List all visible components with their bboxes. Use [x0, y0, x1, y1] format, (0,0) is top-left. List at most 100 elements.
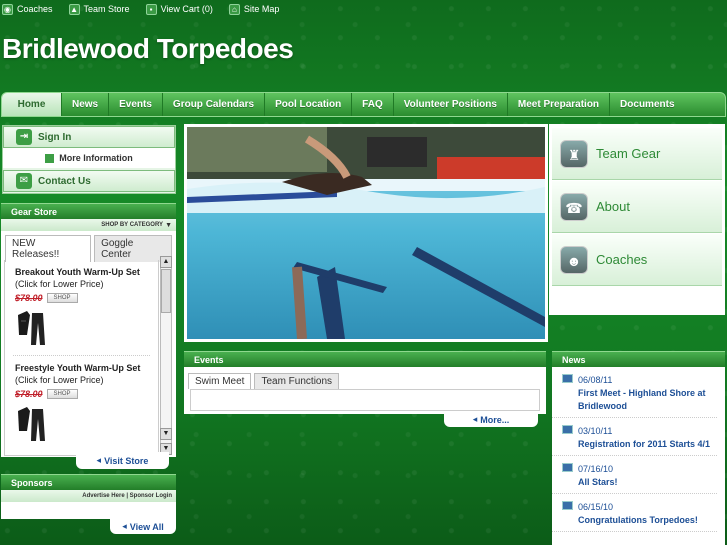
- news-date: 06/15/10: [578, 502, 614, 512]
- tab-faq[interactable]: FAQ: [352, 93, 394, 116]
- events-tabs: Swim Meet Team Functions: [184, 367, 546, 389]
- shirt-icon: ♜: [560, 139, 588, 168]
- calendar-icon: [562, 501, 573, 510]
- view-all-label: View All: [129, 521, 164, 532]
- cart-icon: ▪: [145, 3, 157, 15]
- arrow-left-icon: ◂: [122, 521, 127, 531]
- news-date: 06/08/11: [578, 375, 613, 385]
- home-icon: ⌂: [228, 3, 240, 15]
- about-label: About: [596, 199, 630, 214]
- news-title[interactable]: First Meet - Highland Shore at Bridlewoo…: [552, 387, 717, 418]
- account-box: ⇥ Sign In More Information ✉ Contact Us: [2, 125, 176, 194]
- team-gear-label: Team Gear: [596, 146, 661, 161]
- arrow-left-icon: ◂: [472, 414, 478, 424]
- more-information-link[interactable]: More Information: [3, 148, 175, 168]
- team-gear-card[interactable]: ♜ Team Gear: [552, 128, 722, 180]
- toplink-coaches[interactable]: ◉ Coaches: [2, 3, 53, 15]
- phone-icon: ☎: [560, 192, 588, 221]
- sponsors-panel: Sponsors Advertise Here | Sponsor Login: [1, 474, 176, 519]
- site-title[interactable]: Bridlewood Torpedoes: [2, 33, 294, 65]
- tab-news[interactable]: News: [62, 93, 110, 116]
- news-panel: News 06/08/11 First Meet - Highland Shor…: [552, 351, 725, 545]
- shop-button[interactable]: SHOP: [46, 293, 78, 303]
- price-row: $78.00 SHOP: [15, 293, 158, 303]
- product-price: $78.00: [15, 389, 43, 399]
- product-name[interactable]: Breakout Youth Warm-Up Set: [15, 266, 158, 278]
- info-square-icon: [45, 153, 55, 163]
- contact-us-button[interactable]: ✉ Contact Us: [3, 170, 175, 192]
- product-name[interactable]: Freestyle Youth Warm-Up Set: [15, 362, 158, 374]
- tab-team-functions[interactable]: Team Functions: [254, 373, 340, 389]
- coaches-card[interactable]: ☻ Coaches: [552, 234, 722, 286]
- sign-in-button[interactable]: ⇥ Sign In: [3, 126, 175, 148]
- news-title[interactable]: Registration for 2011 Starts 4/1: [552, 438, 717, 456]
- swimmer-photo: [187, 127, 545, 339]
- product-list: Breakout Youth Warm-Up Set (Click for Lo…: [4, 260, 159, 456]
- tab-swim-meet[interactable]: Swim Meet: [188, 373, 252, 389]
- gear-store-panel: Gear Store SHOP BY CATEGORY ▼ NEW Releas…: [1, 203, 176, 457]
- news-title[interactable]: All Stars!: [552, 476, 717, 494]
- coaches-card-label: Coaches: [596, 252, 648, 267]
- scroll-up-icon[interactable]: ▲: [160, 256, 172, 268]
- sponsors-subbar[interactable]: Advertise Here | Sponsor Login: [1, 490, 176, 502]
- toplink-label: Coaches: [17, 4, 53, 14]
- news-item[interactable]: 07/16/10 All Stars!: [552, 456, 725, 494]
- events-more-label: More...: [480, 414, 510, 425]
- envelope-icon: ✉: [16, 173, 32, 189]
- shop-by-category-label: SHOP BY CATEGORY: [101, 222, 164, 228]
- product-image[interactable]: [15, 309, 53, 347]
- arrow-left-icon: ◂: [96, 455, 102, 465]
- product-item: Freestyle Youth Warm-Up Set (Click for L…: [5, 356, 158, 443]
- news-header: News: [552, 351, 725, 367]
- scroll-thumb[interactable]: [161, 269, 171, 313]
- tab-volunteer-positions[interactable]: Volunteer Positions: [394, 93, 508, 116]
- tab-meet-preparation[interactable]: Meet Preparation: [508, 93, 611, 116]
- product-scrollbar[interactable]: ▲ ▼ ▼: [160, 256, 172, 455]
- events-panel: Events Swim Meet Team Functions: [184, 351, 546, 414]
- coaches-icon: ◉: [2, 3, 13, 15]
- gear-store-header: Gear Store: [1, 203, 176, 219]
- product-price: $78.00: [15, 293, 43, 303]
- visit-store-link[interactable]: ◂ Visit Store: [76, 452, 169, 469]
- gear-tabs: NEW Releases!! Goggle Center: [1, 231, 176, 262]
- caret-down-icon: ▼: [165, 221, 172, 229]
- news-item[interactable]: 06/08/11 First Meet - Highland Shore at …: [552, 367, 725, 418]
- news-date: 03/10/11: [578, 426, 613, 436]
- toplink-label: Team Store: [83, 4, 130, 14]
- main-nav: Home News Events Group Calendars Pool Lo…: [1, 92, 726, 117]
- tab-events[interactable]: Events: [109, 93, 163, 116]
- tab-pool-location[interactable]: Pool Location: [265, 93, 353, 116]
- events-content: [190, 389, 540, 411]
- sponsors-sub-label: Advertise Here | Sponsor Login: [82, 493, 172, 499]
- tab-new-releases[interactable]: NEW Releases!!: [5, 235, 92, 262]
- shop-button[interactable]: SHOP: [46, 389, 78, 399]
- events-more-link[interactable]: ◂ More...: [444, 412, 538, 427]
- about-card[interactable]: ☎ About: [552, 181, 722, 233]
- tab-group-calendars[interactable]: Group Calendars: [163, 93, 266, 116]
- news-title[interactable]: Congratulations Torpedoes!: [552, 514, 717, 532]
- visit-store-label: Visit Store: [104, 455, 149, 466]
- product-item: Breakout Youth Warm-Up Set (Click for Lo…: [5, 260, 158, 347]
- shop-by-category[interactable]: SHOP BY CATEGORY ▼: [1, 219, 176, 231]
- view-all-link[interactable]: ◂ View All: [110, 519, 176, 534]
- calendar-icon: [562, 374, 573, 383]
- tab-home[interactable]: Home: [2, 93, 62, 116]
- news-item[interactable]: 06/15/10 Congratulations Torpedoes!: [552, 494, 725, 532]
- events-header: Events: [184, 351, 546, 367]
- toplink-view-cart[interactable]: ▪ View Cart (0): [145, 3, 213, 15]
- calendar-icon: [562, 463, 573, 472]
- top-utility-bar: ◉ Coaches ▲ Team Store ▪ View Cart (0) ⌂ Sit…: [0, 0, 727, 18]
- shirt-icon: ▲: [68, 3, 80, 15]
- product-image[interactable]: [15, 405, 53, 443]
- people-icon: ☻: [560, 245, 588, 274]
- sign-in-label: Sign In: [38, 131, 72, 143]
- news-date: 07/16/10: [578, 464, 614, 474]
- price-row: $78.00 SHOP: [15, 389, 158, 399]
- toplink-label: View Cart (0): [160, 4, 213, 14]
- toplink-team-store[interactable]: ▲ Team Store: [68, 3, 130, 15]
- news-item[interactable]: 03/10/11 Registration for 2011 Starts 4/…: [552, 418, 725, 456]
- calendar-icon: [562, 425, 573, 434]
- scroll-down-icon[interactable]: ▼: [160, 428, 172, 440]
- tab-documents[interactable]: Documents: [610, 93, 684, 116]
- toplink-site-map[interactable]: ⌂ Site Map: [228, 3, 279, 15]
